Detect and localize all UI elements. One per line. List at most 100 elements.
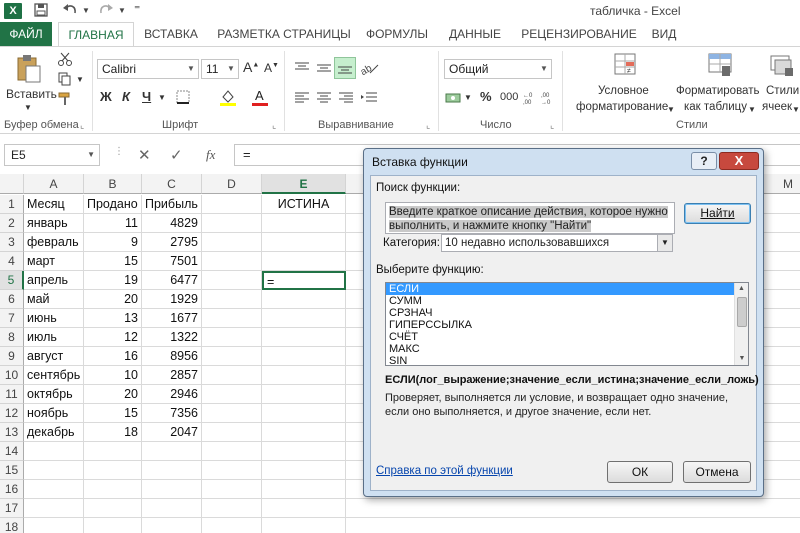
- scroll-up-icon[interactable]: ▲: [735, 283, 748, 295]
- grid-cell[interactable]: 11: [84, 214, 142, 233]
- save-icon[interactable]: [34, 3, 48, 19]
- grid-cell[interactable]: [262, 347, 346, 366]
- row-header[interactable]: 9: [0, 347, 24, 366]
- undo-icon[interactable]: [62, 3, 78, 19]
- grid-cell[interactable]: [262, 214, 346, 233]
- grid-cell[interactable]: [202, 271, 262, 290]
- column-header-b[interactable]: B: [84, 174, 142, 194]
- row-header[interactable]: 17: [0, 499, 24, 518]
- grid-cell[interactable]: [24, 480, 84, 499]
- conditional-format-icon[interactable]: ≠: [612, 51, 640, 79]
- italic-button[interactable]: К: [122, 89, 130, 104]
- decrease-decimal-icon[interactable]: ,00 →0: [540, 89, 554, 107]
- tab-view[interactable]: ВИД: [648, 22, 680, 46]
- row-header[interactable]: 11: [0, 385, 24, 404]
- copy-dropdown-icon[interactable]: ▼: [76, 75, 84, 84]
- format-as-table-dropdown-icon[interactable]: ▼: [748, 105, 756, 114]
- grid-cell[interactable]: Продано: [84, 195, 142, 214]
- grid-cell[interactable]: 7501: [142, 252, 202, 271]
- grid-cell[interactable]: февраль: [24, 233, 84, 252]
- grid-cell[interactable]: 12: [84, 328, 142, 347]
- grid-cell[interactable]: 16: [84, 347, 142, 366]
- function-list-item[interactable]: МАКС: [386, 343, 748, 355]
- grid-cell[interactable]: [202, 499, 262, 518]
- grid-cell[interactable]: [202, 195, 262, 214]
- grid-cell[interactable]: 2047: [142, 423, 202, 442]
- active-cell[interactable]: =: [262, 271, 346, 290]
- orientation-icon[interactable]: ab: [358, 59, 382, 77]
- tab-home[interactable]: ГЛАВНАЯ: [58, 22, 134, 46]
- row-header[interactable]: 12: [0, 404, 24, 423]
- grid-cell[interactable]: [24, 442, 84, 461]
- paste-dropdown-icon[interactable]: ▼: [24, 103, 32, 112]
- cell-styles-label-2[interactable]: ячеек: [762, 101, 792, 113]
- font-name-select[interactable]: Calibri ▼: [97, 59, 199, 79]
- scroll-thumb[interactable]: [737, 297, 747, 327]
- align-top-icon[interactable]: [292, 59, 312, 77]
- format-as-table-label-2[interactable]: как таблицу: [684, 101, 747, 113]
- grid-cell[interactable]: январь: [24, 214, 84, 233]
- grid-cell[interactable]: [202, 518, 262, 533]
- grid-cell[interactable]: [202, 442, 262, 461]
- grid-cell[interactable]: Прибыль: [142, 195, 202, 214]
- grid-cell[interactable]: 4829: [142, 214, 202, 233]
- grid-cell[interactable]: [262, 499, 346, 518]
- grid-cell[interactable]: июнь: [24, 309, 84, 328]
- row-header[interactable]: 18: [0, 518, 24, 533]
- row-header[interactable]: 6: [0, 290, 24, 309]
- cut-icon[interactable]: [56, 51, 74, 67]
- column-header-d[interactable]: D: [202, 174, 262, 194]
- bold-button[interactable]: Ж: [100, 89, 112, 104]
- currency-dropdown-icon[interactable]: ▼: [464, 93, 472, 102]
- font-launcher-icon[interactable]: ⌞: [272, 120, 276, 131]
- grid-cell[interactable]: 2946: [142, 385, 202, 404]
- align-bottom-icon[interactable]: [334, 57, 356, 79]
- cancel-button[interactable]: Отмена: [683, 461, 751, 483]
- grid-cell[interactable]: [84, 480, 142, 499]
- grid-cell[interactable]: [262, 328, 346, 347]
- underline-dropdown-icon[interactable]: ▼: [158, 93, 166, 102]
- grid-cell[interactable]: 7356: [142, 404, 202, 423]
- grid-cell[interactable]: март: [24, 252, 84, 271]
- paste-icon[interactable]: [14, 53, 44, 85]
- align-center-icon[interactable]: [314, 89, 334, 107]
- row-header[interactable]: 14: [0, 442, 24, 461]
- copy-icon[interactable]: [56, 71, 74, 87]
- grid-cell[interactable]: [262, 404, 346, 423]
- fill-color-icon[interactable]: [218, 87, 238, 107]
- grid-cell[interactable]: [262, 480, 346, 499]
- grid-cell[interactable]: [262, 366, 346, 385]
- conditional-format-label-2[interactable]: форматирование: [576, 101, 668, 113]
- conditional-format-label-1[interactable]: Условное: [598, 85, 649, 97]
- function-list-item[interactable]: СРЗНАЧ: [386, 307, 748, 319]
- grid-cell[interactable]: [84, 499, 142, 518]
- grid-cell[interactable]: 9: [84, 233, 142, 252]
- function-list-item[interactable]: SIN: [386, 355, 748, 365]
- tab-page-layout[interactable]: РАЗМЕТКА СТРАНИЦЫ: [214, 22, 354, 46]
- currency-icon[interactable]: [444, 89, 464, 107]
- grid-cell[interactable]: ИСТИНА: [262, 195, 346, 214]
- grid-cell[interactable]: [202, 290, 262, 309]
- grid-cell[interactable]: [202, 461, 262, 480]
- column-header-a[interactable]: A: [24, 174, 84, 194]
- function-list[interactable]: ЕСЛИ СУММ СРЗНАЧ ГИПЕРССЫЛКА СЧЁТ МАКС SIN ▲ ▼: [385, 282, 749, 366]
- function-list-item[interactable]: СЧЁТ: [386, 331, 748, 343]
- grid-cell[interactable]: 2795: [142, 233, 202, 252]
- function-help-link[interactable]: Справка по этой функции: [376, 465, 513, 477]
- search-input[interactable]: Введите краткое описание действия, котор…: [385, 202, 675, 234]
- increase-decimal-icon[interactable]: ←0,00: [522, 89, 536, 107]
- grid-cell[interactable]: 8956: [142, 347, 202, 366]
- grid-cell[interactable]: 20: [84, 290, 142, 309]
- grid-cell[interactable]: [142, 442, 202, 461]
- tab-data[interactable]: ДАННЫЕ: [444, 22, 506, 46]
- function-list-item[interactable]: ЕСЛИ: [386, 283, 748, 295]
- grid-cell[interactable]: [262, 461, 346, 480]
- dialog-help-button[interactable]: ?: [691, 152, 717, 170]
- row-header[interactable]: 1: [0, 195, 24, 214]
- grid-cell[interactable]: 1929: [142, 290, 202, 309]
- grid-cell[interactable]: [202, 480, 262, 499]
- conditional-format-dropdown-icon[interactable]: ▼: [667, 105, 675, 114]
- column-header-c[interactable]: C: [142, 174, 202, 194]
- grid-cell[interactable]: [202, 252, 262, 271]
- format-as-table-label-1[interactable]: Форматировать: [676, 85, 759, 97]
